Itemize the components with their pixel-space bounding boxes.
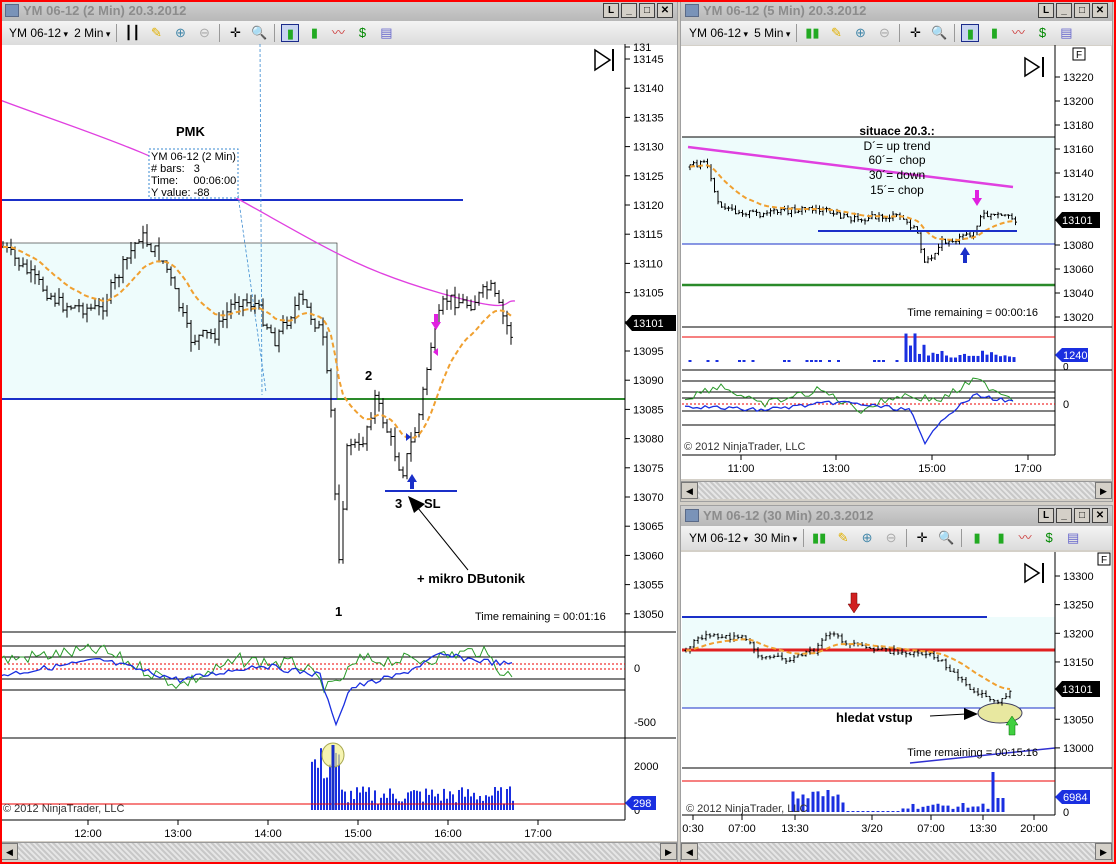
crosshair-icon[interactable]: ✛	[226, 24, 244, 42]
strategy-icon[interactable]: $	[1040, 529, 1058, 547]
interval-select[interactable]: 30 Min	[754, 531, 797, 545]
close-button[interactable]: ✕	[657, 3, 673, 18]
scroll-right-button[interactable]: ▶	[660, 843, 677, 860]
chart-toolbar: YM 06-12 2 Min ┃┃ ✎ ⊕ ⊖ ✛ 🔍 ▮ ▮ 〰 $ ▤	[1, 21, 677, 45]
window-titlebar[interactable]: YM 06-12 (2 Min) 20.3.2012 L _ □ ✕	[1, 1, 677, 21]
zoom-out-icon[interactable]: ⊖	[875, 24, 893, 42]
scroll-right-button[interactable]: ▶	[1095, 843, 1112, 860]
strategy-icon[interactable]: $	[1033, 24, 1051, 42]
indicators-icon[interactable]: 〰	[1016, 529, 1034, 547]
plot-area[interactable]	[681, 46, 1056, 479]
scroll-left-button[interactable]: ◀	[681, 843, 698, 860]
zoom-in-icon[interactable]: ⊕	[851, 24, 869, 42]
close-button[interactable]: ✕	[1092, 3, 1108, 18]
window-title: YM 06-12 (5 Min) 20.3.2012	[703, 3, 867, 18]
window-title: YM 06-12 (30 Min) 20.3.2012	[703, 508, 874, 523]
link-button[interactable]: L	[603, 3, 619, 18]
maximize-button[interactable]: □	[639, 3, 655, 18]
bar-type-icon[interactable]: ▮▮	[803, 24, 821, 42]
scroll-right-button[interactable]: ▶	[1095, 482, 1112, 499]
window-title: YM 06-12 (2 Min) 20.3.2012	[23, 3, 187, 18]
zoom-out-icon[interactable]: ⊖	[195, 24, 213, 42]
chart-window-5min: YM 06-12 (5 Min) 20.3.2012 L _ □ ✕ YM 06-12…	[680, 0, 1113, 502]
horizontal-scrollbar[interactable]: ◀ ▶	[681, 842, 1112, 860]
magnifier-icon[interactable]: 🔍	[250, 24, 268, 42]
scroll-left-button[interactable]: ◀	[1, 843, 18, 860]
interval-select[interactable]: 5 Min	[754, 26, 790, 40]
bar-type-icon[interactable]: ▮▮	[810, 529, 828, 547]
plot-area[interactable]	[1, 45, 626, 821]
window-titlebar[interactable]: YM 06-12 (30 Min) 20.3.2012 L _ □ ✕	[681, 506, 1112, 526]
data-box-icon[interactable]: ▤	[1064, 529, 1082, 547]
chart-toolbar: YM 06-12 30 Min ▮▮ ✎ ⊕ ⊖ ✛ 🔍 ▮ ▮ 〰 $ ▤	[681, 526, 1112, 550]
price-axis[interactable]	[1056, 552, 1111, 842]
interval-select[interactable]: 2 Min	[74, 26, 110, 40]
crosshair-icon[interactable]: ✛	[906, 24, 924, 42]
chart-trader-icon[interactable]: ▮	[961, 24, 980, 42]
candles-icon[interactable]: ▮	[305, 24, 323, 42]
maximize-button[interactable]: □	[1074, 508, 1090, 523]
minimize-button[interactable]: _	[1056, 3, 1072, 18]
scroll-left-button[interactable]: ◀	[681, 482, 698, 499]
pencil-draw-icon[interactable]: ✎	[834, 529, 852, 547]
close-button[interactable]: ✕	[1092, 508, 1108, 523]
pencil-draw-icon[interactable]: ✎	[147, 24, 165, 42]
indicators-icon[interactable]: 〰	[329, 24, 347, 42]
chart-window-2min: YM 06-12 (2 Min) 20.3.2012 L _ □ ✕ YM 06-12…	[0, 0, 678, 864]
time-axis[interactable]	[1, 821, 626, 841]
candles-icon[interactable]: ▮	[992, 529, 1010, 547]
candles-icon[interactable]: ▮	[985, 24, 1003, 42]
link-button[interactable]: L	[1038, 508, 1054, 523]
bar-type-icon[interactable]: ┃┃	[123, 24, 141, 42]
data-box-icon[interactable]: ▤	[1057, 24, 1075, 42]
minimize-button[interactable]: _	[1056, 508, 1072, 523]
chart-trader-icon[interactable]: ▮	[968, 529, 986, 547]
instrument-select[interactable]: YM 06-12	[9, 26, 68, 40]
chart-app-icon	[685, 509, 699, 522]
zoom-in-icon[interactable]: ⊕	[858, 529, 876, 547]
maximize-button[interactable]: □	[1074, 3, 1090, 18]
chart-window-30min: YM 06-12 (30 Min) 20.3.2012 L _ □ ✕ YM 06-1…	[680, 505, 1113, 864]
price-axis[interactable]	[626, 45, 677, 841]
magnifier-icon[interactable]: 🔍	[937, 529, 955, 547]
price-axis[interactable]	[1056, 46, 1111, 479]
chart-app-icon	[685, 4, 699, 17]
instrument-select[interactable]: YM 06-12	[689, 531, 748, 545]
minimize-button[interactable]: _	[621, 3, 637, 18]
pencil-draw-icon[interactable]: ✎	[827, 24, 845, 42]
chart-toolbar: YM 06-12 5 Min ▮▮ ✎ ⊕ ⊖ ✛ 🔍 ▮ ▮ 〰 $ ▤	[681, 21, 1112, 45]
plot-area[interactable]	[681, 552, 1056, 842]
data-box-icon[interactable]: ▤	[377, 24, 395, 42]
indicators-icon[interactable]: 〰	[1009, 24, 1027, 42]
strategy-icon[interactable]: $	[353, 24, 371, 42]
instrument-select[interactable]: YM 06-12	[689, 26, 748, 40]
chart-trader-icon[interactable]: ▮	[281, 24, 300, 42]
crosshair-icon[interactable]: ✛	[913, 529, 931, 547]
magnifier-icon[interactable]: 🔍	[930, 24, 948, 42]
zoom-out-icon[interactable]: ⊖	[882, 529, 900, 547]
window-titlebar[interactable]: YM 06-12 (5 Min) 20.3.2012 L _ □ ✕	[681, 1, 1112, 21]
link-button[interactable]: L	[1038, 3, 1054, 18]
chart-app-icon	[5, 4, 19, 17]
zoom-in-icon[interactable]: ⊕	[171, 24, 189, 42]
horizontal-scrollbar[interactable]: ◀ ▶	[1, 842, 677, 860]
horizontal-scrollbar[interactable]: ◀ ▶	[681, 481, 1112, 499]
